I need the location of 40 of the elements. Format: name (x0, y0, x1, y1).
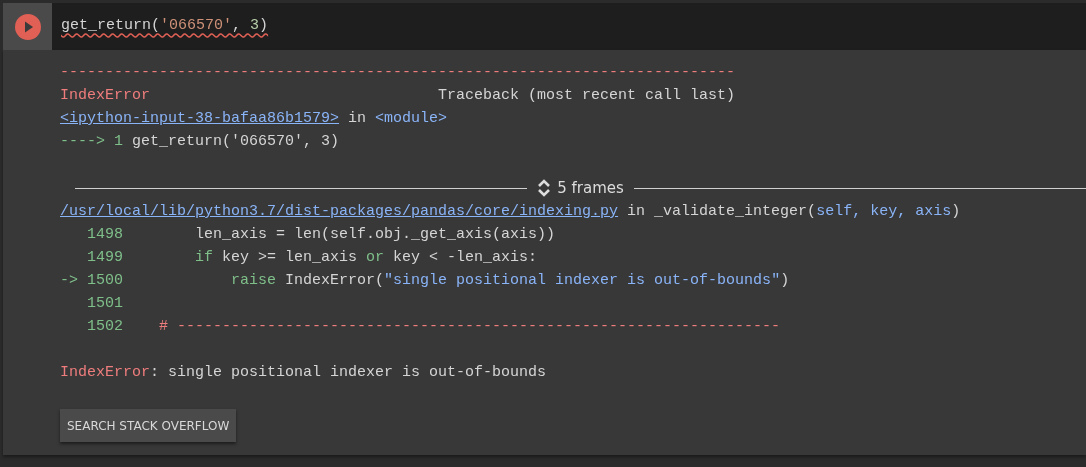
trace-text: key >= len_axis (221, 249, 359, 266)
trace-text: ) (780, 272, 790, 289)
arrow-marker: -> (60, 271, 78, 291)
error-text: --------------------------------------------------------------------------- (60, 64, 736, 81)
number-literal: 3 (250, 16, 260, 34)
keyword: if (194, 249, 213, 266)
trace-text: : single positional indexer is out-of-bounds (150, 364, 547, 381)
search-stack-overflow-button[interactable]: SEARCH STACK OVERFLOW (60, 409, 237, 442)
expand-icon (537, 178, 552, 198)
trace-name: self, key, axis (816, 203, 952, 220)
file-link[interactable]: <ipython-input-38-bafaa86b1579> (60, 110, 340, 127)
keyword: raise (230, 272, 277, 289)
trace-text: key < -len_axis: (392, 249, 538, 266)
trace-text: in _validate_integer( (626, 203, 817, 220)
traceback-heading: Traceback (most recent call last) (438, 87, 736, 104)
line-number: 1499 (87, 248, 123, 268)
arrow-marker: ----> 1 (60, 133, 123, 150)
code-text: , (232, 16, 243, 34)
trace-text: ) (951, 203, 961, 220)
code-text: ) (259, 16, 269, 34)
frames-toggle[interactable]: 5 frames (535, 178, 626, 198)
line-number: 1500 (87, 271, 123, 291)
trace-text: len_axis = len(self.obj._get_axis(axis)) (194, 226, 556, 243)
error-text: IndexError (60, 87, 150, 104)
line-number: 1502 (87, 317, 123, 337)
trace-text: in (347, 110, 368, 127)
error-text: IndexError (60, 364, 150, 381)
line-number: 1501 (87, 294, 123, 314)
play-icon (14, 13, 41, 40)
trace-text: IndexError( (284, 272, 385, 289)
file-link[interactable]: /usr/local/lib/python3.7/dist-packages/pandas/core/indexing.py (60, 203, 619, 220)
run-button[interactable] (3, 3, 52, 50)
line-number: 1498 (87, 225, 123, 245)
error-text: # ------------------------------------------------------------------- (158, 318, 781, 335)
string-literal: '066570' (160, 16, 233, 34)
keyword: or (366, 249, 385, 266)
trace-text: get_return('066570', 3) (131, 133, 340, 150)
trace-name: "single positional indexer is out-of-bounds" (384, 272, 781, 289)
code-text: get_return( (61, 16, 161, 34)
trace-name: <module> (375, 110, 448, 127)
